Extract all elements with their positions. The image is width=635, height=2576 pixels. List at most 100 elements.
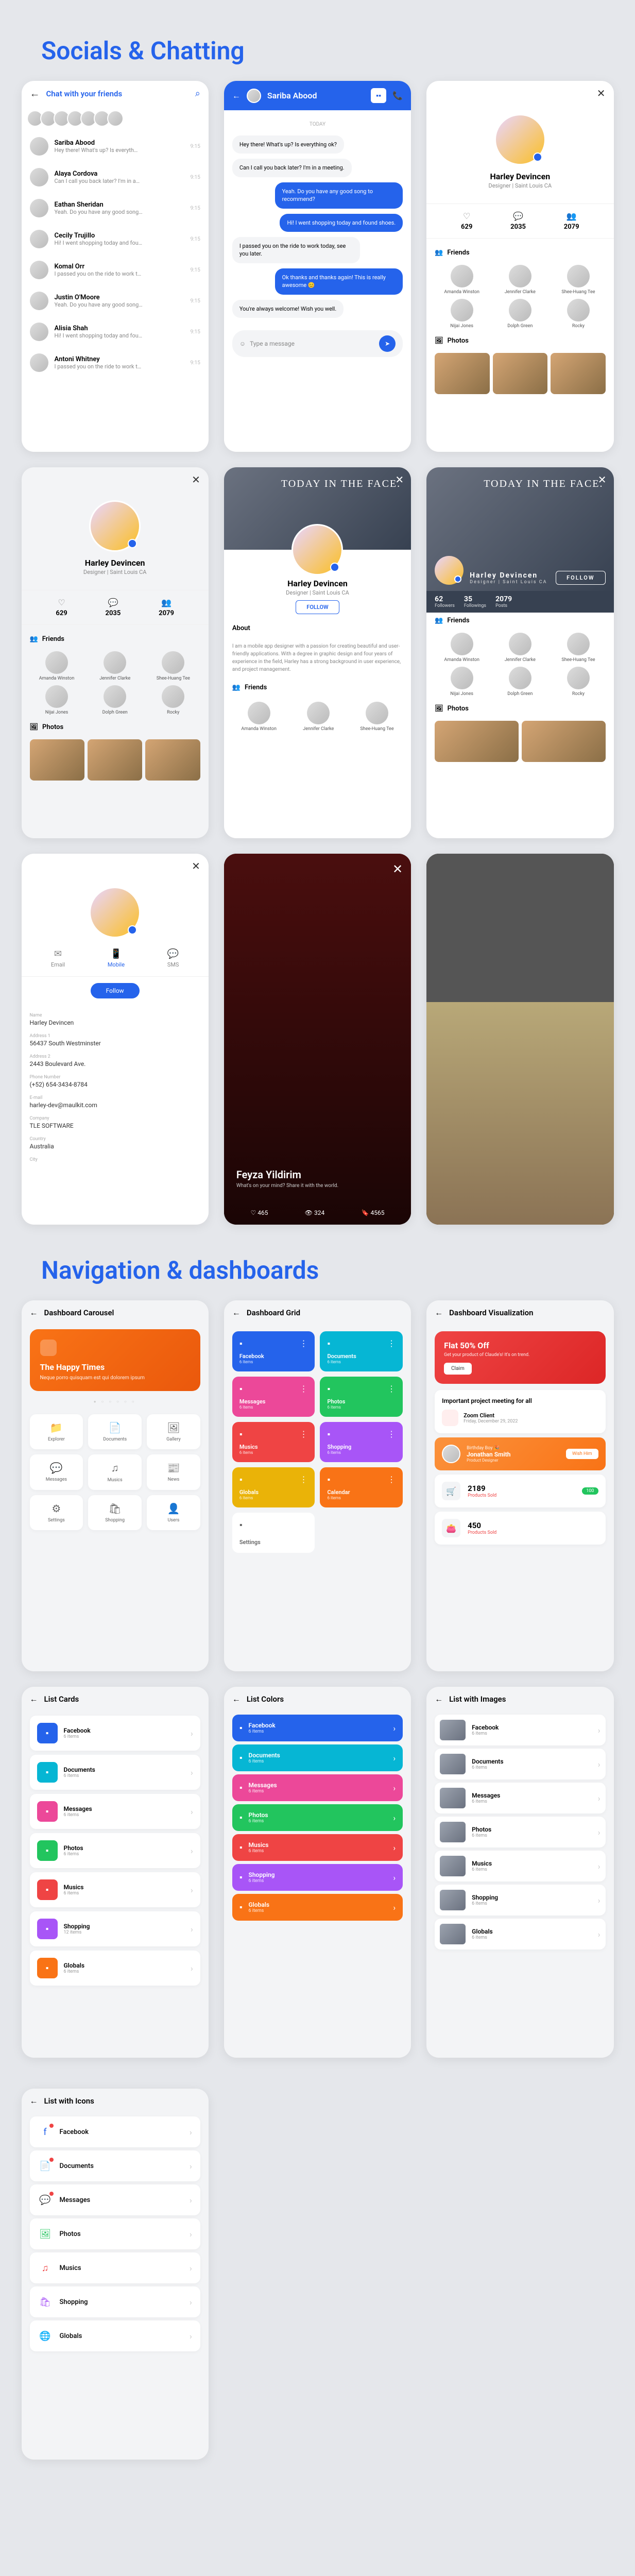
list-item[interactable]: Globals6 items› [435,1919,605,1950]
list-item[interactable]: ▪Photos6 items› [30,1833,200,1868]
grid-icon-item[interactable]: 💬Messages [30,1454,83,1490]
follow-button[interactable]: FOLLOW [296,600,339,614]
grid-icon-item[interactable]: ♫Musics [88,1454,142,1490]
photo-full[interactable] [426,854,613,1225]
photo-thumb[interactable] [551,353,605,394]
photo-thumb[interactable] [493,353,547,394]
close-icon[interactable]: ✕ [192,860,200,872]
birthday-card[interactable]: Birthday Boy 🎉 Jonathan Smith Product De… [435,1437,605,1470]
message-bubble[interactable]: Can I call you back later? I'm in a meet… [232,159,352,177]
friend-item[interactable]: Dolph Green [493,667,547,697]
online-avatars[interactable] [22,106,209,131]
friend-item[interactable]: Shee-Huang Tee [360,702,393,732]
back-icon[interactable]: ← [30,1308,38,1318]
list-item[interactable]: fFacebook› [30,2116,200,2147]
message-bubble[interactable]: Hey there! What's up? Is everything ok? [232,135,344,154]
photo-thumb[interactable] [145,739,200,781]
photo-thumb[interactable] [435,721,519,762]
list-item[interactable]: ♫Musics› [30,2252,200,2283]
list-item[interactable]: ▪Messages6 items› [30,1794,200,1829]
list-item[interactable]: Photos6 items› [435,1817,605,1848]
chat-item[interactable]: Komal OrrI passed you on the ride to wor… [22,255,209,285]
grid-icon-item[interactable]: 👤Users [147,1495,200,1530]
back-icon[interactable]: ← [232,1308,241,1318]
follow-button[interactable]: FOLLOW [556,571,605,585]
dash-tile[interactable]: ▪⋮Facebook6 items [232,1331,315,1371]
list-item[interactable]: Facebook6 items› [435,1715,605,1745]
back-icon[interactable]: ← [232,1694,241,1704]
message-bubble[interactable]: Hi! I went shopping today and found shoe… [280,214,403,232]
list-item[interactable]: ▪Musics6 items› [232,1834,403,1861]
list-item[interactable]: Shopping6 items› [435,1885,605,1916]
close-icon[interactable]: ✕ [392,862,403,876]
phone-icon[interactable]: 📞 [392,91,403,100]
carousel-dots[interactable]: ● ○ ○ ○ ○ ○ [22,1395,209,1408]
chat-item[interactable]: Alisia ShahHi! I went shopping today and… [22,316,209,347]
dash-tile[interactable]: ▪⋮Shopping6 items [320,1422,403,1462]
story-stat[interactable]: 🔖 4565 [362,1209,385,1216]
photo-thumb[interactable] [522,721,606,762]
list-item[interactable]: Musics6 items› [435,1851,605,1882]
profile-avatar[interactable] [89,500,141,552]
story-stat[interactable]: 👁 324 [305,1209,324,1216]
story-stat[interactable]: ♡ 465 [250,1209,268,1216]
list-item[interactable]: ▪Facebook6 items› [232,1715,403,1741]
follow-button[interactable]: Follow [91,983,140,998]
dash-tile[interactable]: ▪⋮Documents6 items [320,1331,403,1371]
list-item[interactable]: 📄Documents› [30,2150,200,2181]
list-item[interactable]: ▪Shopping12 items› [30,1911,200,1946]
dash-tile[interactable]: ▪⋮Musics6 items [232,1422,315,1462]
friend-item[interactable]: Jennifer Clarke [303,702,334,732]
grid-icon-item[interactable]: ⚙Settings [30,1495,83,1530]
friend-item[interactable]: Amanda Winston [241,702,277,732]
chat-item[interactable]: Cecily TrujilloHi! I went shopping today… [22,224,209,255]
list-item[interactable]: ▪Shopping6 items› [232,1864,403,1891]
friend-item[interactable]: Rocky [551,667,605,697]
list-item[interactable]: 🖼Photos› [30,2218,200,2249]
hero-card[interactable]: The Happy Times Neque porro quisquam est… [30,1329,200,1391]
message-bubble[interactable]: You're always welcome! Wish you well. [232,300,344,318]
send-button[interactable]: ➤ [379,335,396,352]
close-icon[interactable]: ✕ [597,87,606,99]
list-item[interactable]: 🌐Globals› [30,2320,200,2351]
friend-item[interactable]: Amanda Winston [435,265,489,295]
chat-item[interactable]: Antoni WhitneyI passed you on the ride t… [22,347,209,378]
stat-card[interactable]: 👛450Products Sold [435,1512,605,1545]
contact-tab[interactable]: 📱Mobile [108,948,125,968]
grid-icon-item[interactable]: 📰News [147,1454,200,1490]
search-icon[interactable]: ⌕ [195,88,200,99]
friend-item[interactable]: Jennifer Clarke [493,265,547,295]
claim-button[interactable]: Claim [444,1363,472,1375]
list-item[interactable]: ▪Facebook6 items› [30,1716,200,1751]
chat-item[interactable]: Eathan SheridanYeah. Do you have any goo… [22,193,209,224]
chat-item[interactable]: Sariba AboodHey there! What's up? Is eve… [22,131,209,162]
friend-item[interactable]: Nijai Jones [435,299,489,329]
list-item[interactable]: Documents6 items› [435,1749,605,1780]
list-item[interactable]: ▪Documents6 items› [30,1755,200,1790]
back-icon[interactable]: ← [232,91,241,101]
list-item[interactable]: ▪Globals6 items› [232,1894,403,1921]
friend-item[interactable]: Shee-Huang Tee [551,633,605,663]
dash-tile[interactable]: ▪⋮Calendar6 items [320,1467,403,1507]
friend-item[interactable]: Rocky [146,685,200,715]
dash-tile[interactable]: ▪⋮Globals6 items [232,1467,315,1507]
grid-icon-item[interactable]: 🖼Gallery [147,1414,200,1449]
meeting-card[interactable]: Important project meeting for all Zoom C… [435,1390,605,1433]
back-icon[interactable]: ← [435,1694,443,1704]
back-icon[interactable]: ← [435,1308,443,1318]
photo-thumb[interactable] [88,739,142,781]
list-item[interactable]: ▪Documents6 items› [232,1744,403,1771]
list-item[interactable]: Messages6 items› [435,1783,605,1814]
chat-item[interactable]: Justin O'MooreYeah. Do you have any good… [22,285,209,316]
friend-item[interactable]: Shee-Huang Tee [146,651,200,681]
friend-item[interactable]: Amanda Winston [435,633,489,663]
profile-avatar[interactable] [494,114,546,165]
message-bubble[interactable]: Yeah. Do you have any good song to recom… [275,182,403,209]
friend-item[interactable]: Dolph Green [493,299,547,329]
dash-tile[interactable]: ▪Settings [232,1513,315,1553]
chat-item[interactable]: Alaya CordovaCan I call you back later? … [22,162,209,193]
close-icon[interactable]: ← [30,87,40,100]
friend-item[interactable]: Dolph Green [88,685,142,715]
stat-card[interactable]: 🛒2189Products Sold100 [435,1475,605,1507]
avatar[interactable] [247,89,261,103]
